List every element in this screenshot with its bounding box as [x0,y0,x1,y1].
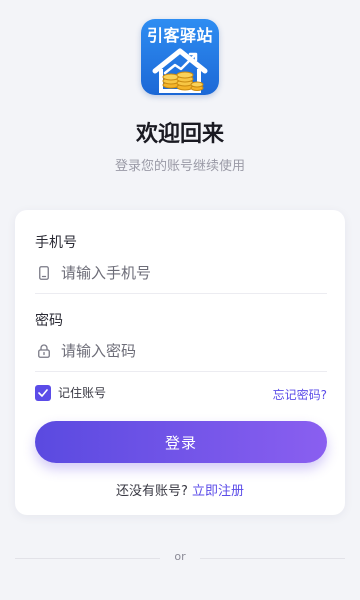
password-field[interactable] [35,331,327,372]
phone-field[interactable] [35,253,327,294]
login-card: 手机号 密码 记住账号 忘记密码? 登录 还没有 [15,210,345,515]
check-icon [38,388,48,397]
no-account-text: 还没有账号? [115,484,193,499]
password-label: 密码 [35,313,63,329]
phone-icon [37,265,51,281]
register-row: 还没有账号? 立即注册 [15,480,345,499]
password-input[interactable] [59,341,313,361]
lock-icon [37,343,51,359]
remember-account[interactable]: 记住账号 [35,384,106,401]
register-link[interactable]: 立即注册 [192,484,244,499]
divider-text: or [174,550,186,563]
or-divider: or [15,548,345,568]
house-coins-icon [152,48,208,93]
page-subtitle: 登录您的账号继续使用 [114,159,245,174]
phone-label: 手机号 [35,235,77,251]
forgot-password-link[interactable]: 忘记密码? [273,386,327,403]
app-logo: 引客驿站 [141,19,219,95]
phone-input[interactable] [59,263,313,283]
remember-label: 记住账号 [58,386,107,400]
login-button[interactable]: 登录 [35,421,327,463]
remember-checkbox[interactable] [35,384,51,401]
page-title: 欢迎回来 [135,122,224,147]
